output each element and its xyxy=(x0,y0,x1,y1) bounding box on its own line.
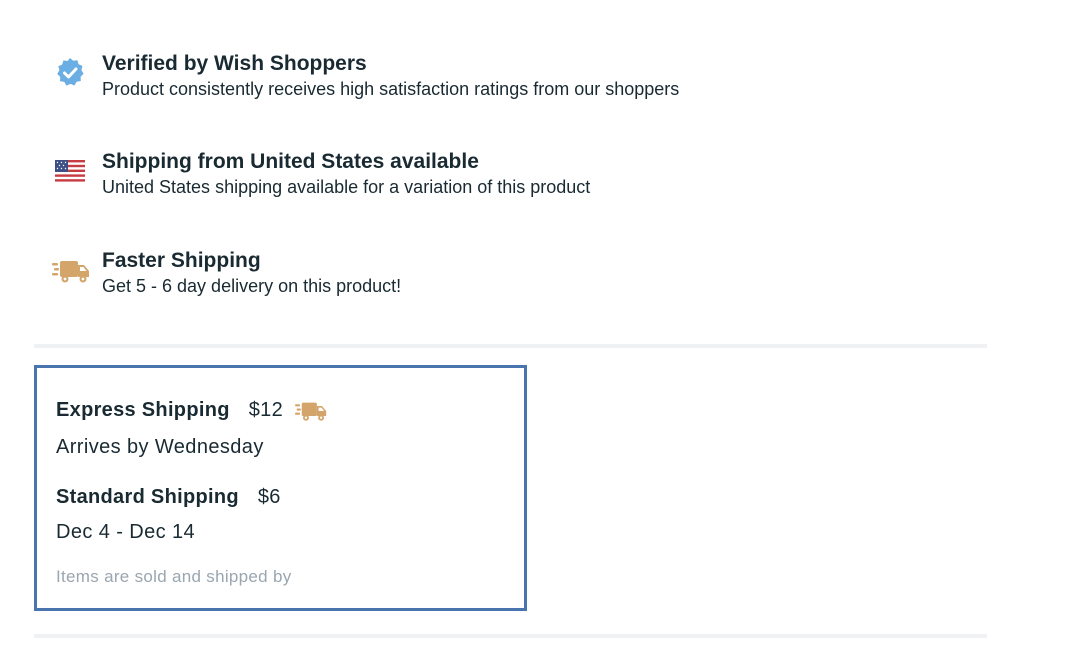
fast-truck-icon xyxy=(52,258,90,284)
verified-badge-icon xyxy=(53,56,87,90)
sold-by-text: Items are sold and shipped by xyxy=(56,567,292,586)
standard-shipping-label: Standard Shipping xyxy=(56,486,239,508)
feature-description: United States shipping available for a v… xyxy=(102,177,591,197)
standard-shipping-row: Standard Shipping $6 xyxy=(56,486,281,509)
standard-arrival-text: Dec 4 - Dec 14 xyxy=(56,521,195,543)
feature-description: Product consistently receives high satis… xyxy=(102,79,680,99)
us-flag-icon xyxy=(55,160,85,184)
express-shipping-row: Express Shipping $12 xyxy=(56,399,327,422)
shipping-options-panel: Express Shipping $12 Arrives by Wednesda… xyxy=(34,365,527,611)
express-arrival-text: Arrives by Wednesday xyxy=(56,436,264,458)
standard-shipping-price: $6 xyxy=(257,486,281,508)
express-shipping-price: $12 xyxy=(248,399,284,421)
express-shipping-label: Express Shipping xyxy=(56,399,230,421)
feature-title: Verified by Wish Shoppers xyxy=(102,52,367,75)
feature-title: Faster Shipping xyxy=(102,249,261,272)
section-divider xyxy=(34,634,987,638)
feature-title: Shipping from United States available xyxy=(102,150,479,173)
feature-description: Get 5 - 6 day delivery on this product! xyxy=(102,276,402,296)
section-divider xyxy=(34,344,987,348)
fast-truck-icon xyxy=(295,400,327,422)
